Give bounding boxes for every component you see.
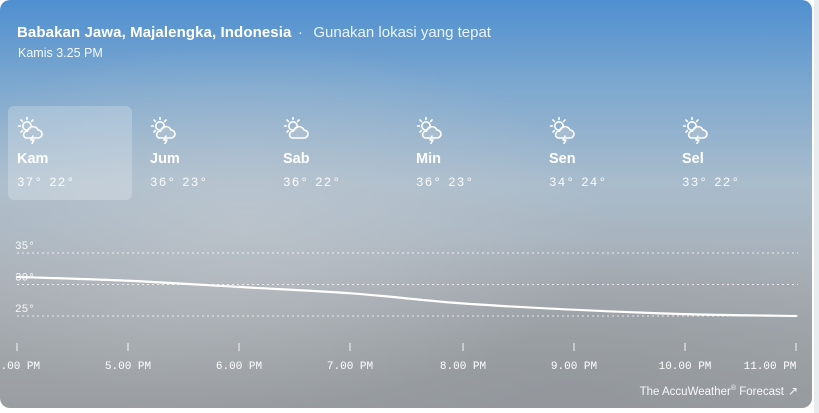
day-tile-sab[interactable]: Sab 36° 22° — [274, 106, 398, 200]
sun-cloud-thunder-icon — [682, 116, 710, 145]
day-tile-sel[interactable]: Sel 33° 22° — [673, 106, 797, 200]
low-temp: 22° — [714, 176, 741, 190]
x-tick-label: 4.00 PM — [0, 361, 40, 373]
low-temp: 24° — [581, 176, 608, 190]
header: Babakan Jawa, Majalengka, Indonesia · Gu… — [17, 24, 491, 42]
sun-cloud-thunder-icon — [549, 116, 577, 145]
day-temperatures: 34° 24° — [549, 176, 613, 190]
sun-cloud-thunder-icon — [17, 116, 45, 145]
high-temp: 36° — [150, 176, 177, 190]
day-tile-jum[interactable]: Jum 36° 23° — [141, 106, 265, 200]
daily-forecast: Kam 37° 22° Jum 36° 23° Sab 36° 22° Min 36° 23° Sen 3… — [8, 106, 808, 202]
x-tick-label: 7.00 PM — [327, 361, 373, 373]
day-name: Sab — [283, 151, 310, 167]
header-separator: · — [297, 24, 303, 41]
low-temp: 22° — [315, 176, 342, 190]
low-temp: 22° — [49, 176, 76, 190]
day-name: Kam — [17, 151, 49, 167]
high-temp: 36° — [416, 176, 443, 190]
low-temp: 23° — [182, 176, 209, 190]
low-temp: 23° — [448, 176, 475, 190]
y-tick-label: 25° — [15, 304, 35, 316]
day-temperatures: 36° 23° — [150, 176, 214, 190]
location-title: Babakan Jawa, Majalengka, Indonesia — [17, 24, 292, 41]
external-arrow-icon: ↗ — [787, 384, 798, 398]
current-time: Kamis 3.25 PM — [18, 46, 103, 60]
day-tile-kam[interactable]: Kam 37° 22° — [8, 106, 132, 200]
partly-cloudy-icon — [283, 116, 311, 144]
day-temperatures: 37° 22° — [17, 176, 81, 190]
high-temp: 37° — [17, 176, 44, 190]
x-tick-label: 8.00 PM — [440, 361, 486, 373]
day-name: Jum — [150, 151, 180, 167]
high-temp: 36° — [283, 176, 310, 190]
hourly-temperature-chart: 35°30°25°4.00 PM5.00 PM6.00 PM7.00 PM8.0… — [0, 241, 798, 373]
use-precise-location-link[interactable]: Gunakan lokasi yang tepat — [313, 24, 491, 41]
day-name: Sel — [682, 151, 704, 167]
day-temperatures: 33° 22° — [682, 176, 746, 190]
sun-cloud-thunder-icon — [150, 116, 178, 145]
credit-prefix: The AccuWeather — [639, 386, 731, 398]
accuweather-credit-link[interactable]: The AccuWeather® Forecast ↗ — [640, 384, 798, 398]
day-name: Min — [416, 151, 441, 167]
day-tile-min[interactable]: Min 36° 23° — [407, 106, 531, 200]
sun-cloud-thunder-icon — [416, 116, 444, 145]
day-name: Sen — [549, 151, 576, 167]
high-temp: 34° — [549, 176, 576, 190]
weather-card: Babakan Jawa, Majalengka, Indonesia · Gu… — [0, 0, 812, 408]
x-tick-label: 9.00 PM — [551, 361, 597, 373]
x-tick-label: 5.00 PM — [105, 361, 151, 373]
day-tile-sen[interactable]: Sen 34° 24° — [540, 106, 664, 200]
credit-suffix: Forecast — [736, 386, 784, 398]
x-tick-label: 11.00 PM — [744, 361, 797, 373]
x-tick-label: 10.00 PM — [659, 361, 712, 373]
day-temperatures: 36° 22° — [283, 176, 347, 190]
x-tick-label: 6.00 PM — [216, 361, 262, 373]
y-tick-label: 35° — [15, 241, 35, 253]
high-temp: 33° — [682, 176, 709, 190]
scrollbar[interactable] — [814, 0, 819, 413]
temperature-line — [15, 275, 798, 318]
day-temperatures: 36° 23° — [416, 176, 480, 190]
